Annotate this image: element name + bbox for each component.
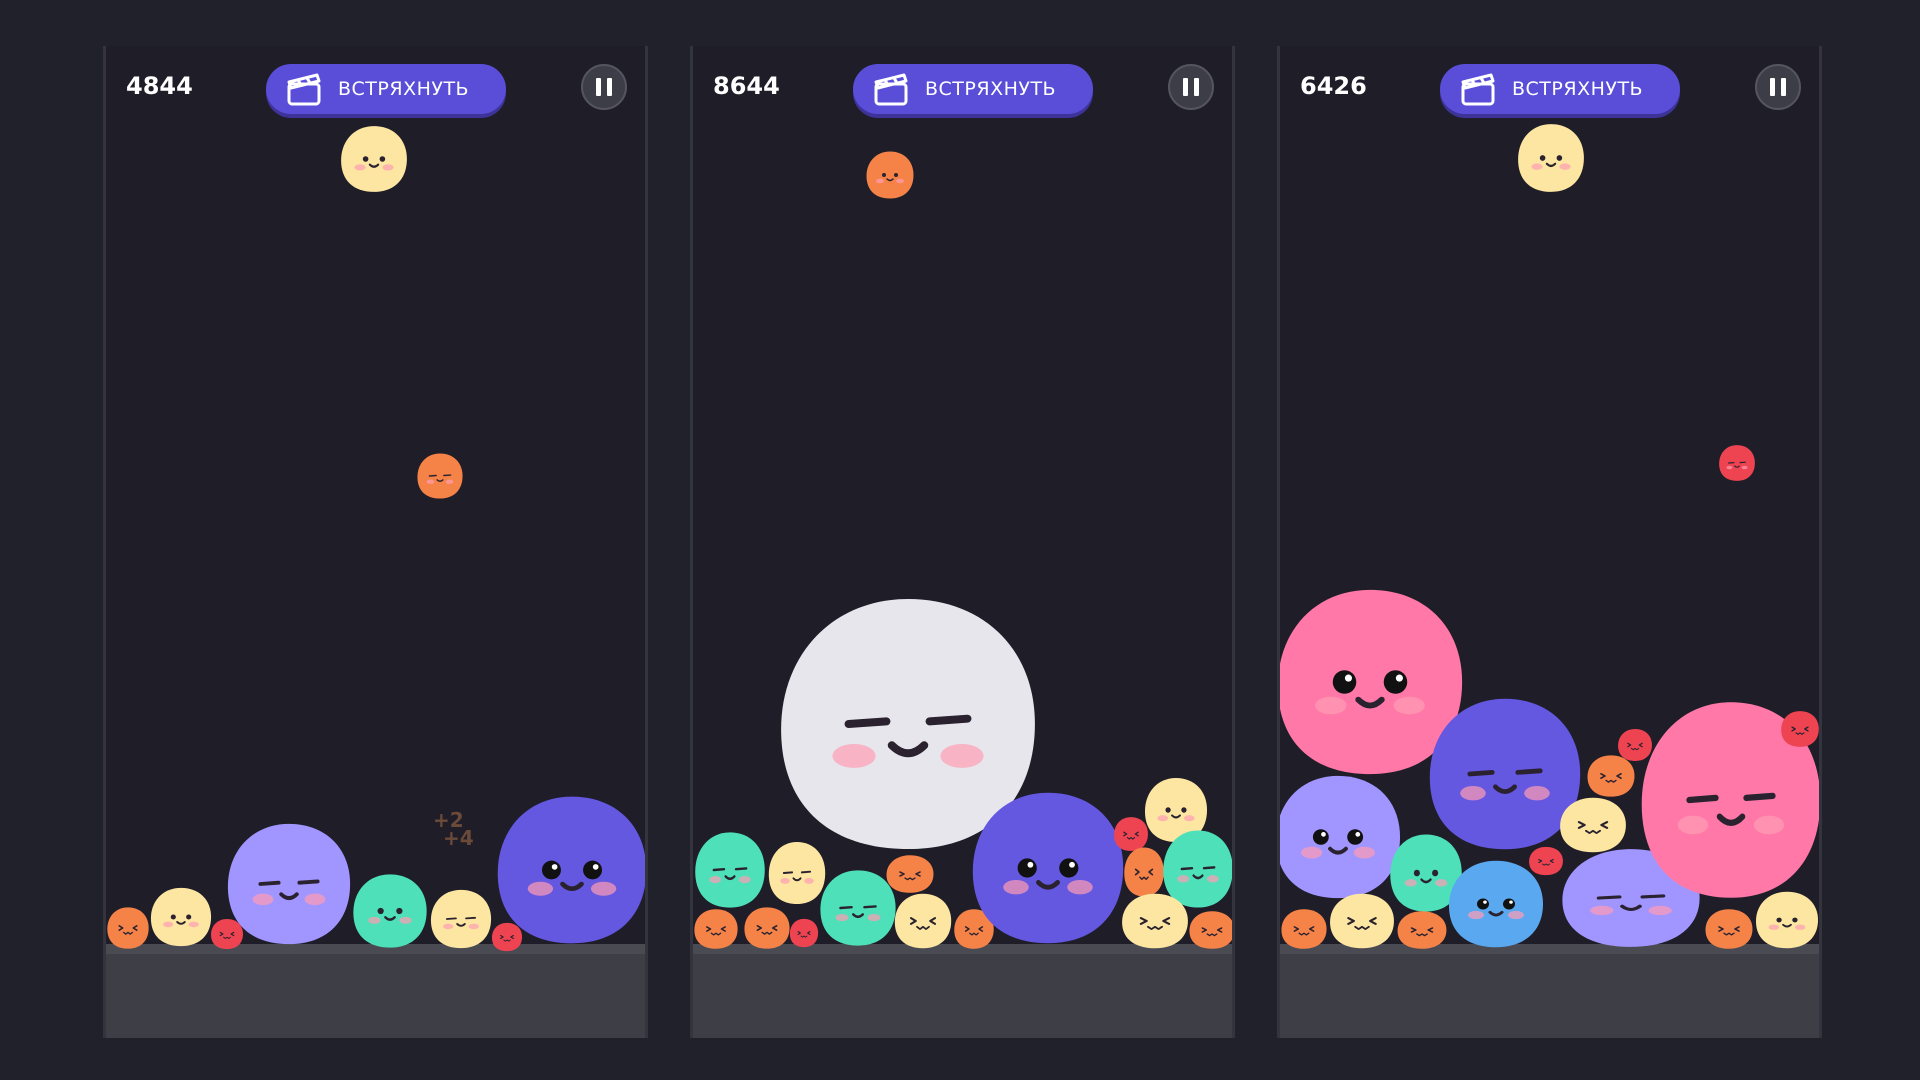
floor <box>106 954 645 1038</box>
blob <box>1280 772 1404 902</box>
pause-icon <box>1767 78 1789 96</box>
blob <box>106 906 150 950</box>
blob <box>789 918 819 948</box>
blob <box>893 892 953 950</box>
clapperboard-icon <box>286 72 324 106</box>
score: 8644 <box>713 72 780 100</box>
shake-button-label: ВСТРЯХНУТЬ <box>925 78 1057 100</box>
game-panel-3[interactable]: 6426 ВСТРЯХНУТЬ <box>1277 46 1822 1038</box>
blob <box>224 820 354 948</box>
game-panel-2[interactable]: 8644 ВСТРЯХНУТЬ <box>690 46 1235 1038</box>
blob <box>1558 796 1628 854</box>
floor <box>1280 954 1819 1038</box>
blob <box>1780 710 1819 748</box>
pause-button[interactable] <box>581 64 627 110</box>
pause-button[interactable] <box>1755 64 1801 110</box>
falling-blob <box>416 452 464 500</box>
blob <box>968 788 1128 948</box>
score: 6426 <box>1300 72 1367 100</box>
blob <box>429 888 493 950</box>
pause-icon <box>1180 78 1202 96</box>
blob <box>1754 890 1819 950</box>
shake-button-label: ВСТРЯХНУТЬ <box>338 78 470 100</box>
clapperboard-icon <box>873 72 911 106</box>
blob <box>351 872 429 950</box>
shake-button[interactable]: ВСТРЯХНУТЬ <box>1440 64 1680 114</box>
blob <box>1328 892 1396 950</box>
blob <box>149 886 213 948</box>
score-popup: +4 <box>443 826 474 850</box>
floor <box>693 954 1232 1038</box>
falling-blob <box>1516 122 1586 194</box>
shake-button-label: ВСТРЯХНУТЬ <box>1512 78 1644 100</box>
blob <box>1188 910 1232 950</box>
blob <box>1123 846 1165 898</box>
blob <box>1120 892 1190 950</box>
blob <box>693 908 739 950</box>
pause-icon <box>593 78 615 96</box>
blob <box>743 906 791 950</box>
shake-button[interactable]: ВСТРЯХНУТЬ <box>853 64 1093 114</box>
falling-blob <box>865 150 915 200</box>
clapperboard-icon <box>1460 72 1498 106</box>
blob <box>693 830 767 910</box>
shake-button[interactable]: ВСТРЯХНУТЬ <box>266 64 506 114</box>
falling-blob <box>1718 444 1756 482</box>
blob <box>1280 908 1328 950</box>
blob <box>885 854 935 894</box>
blob <box>1396 910 1448 950</box>
blob <box>493 792 645 948</box>
falling-blob <box>339 124 409 194</box>
game-panel-1[interactable]: 4844 ВСТРЯХНУТЬ +2 +4 <box>103 46 648 1038</box>
pause-button[interactable] <box>1168 64 1214 110</box>
blob <box>1704 908 1754 950</box>
score: 4844 <box>126 72 193 100</box>
